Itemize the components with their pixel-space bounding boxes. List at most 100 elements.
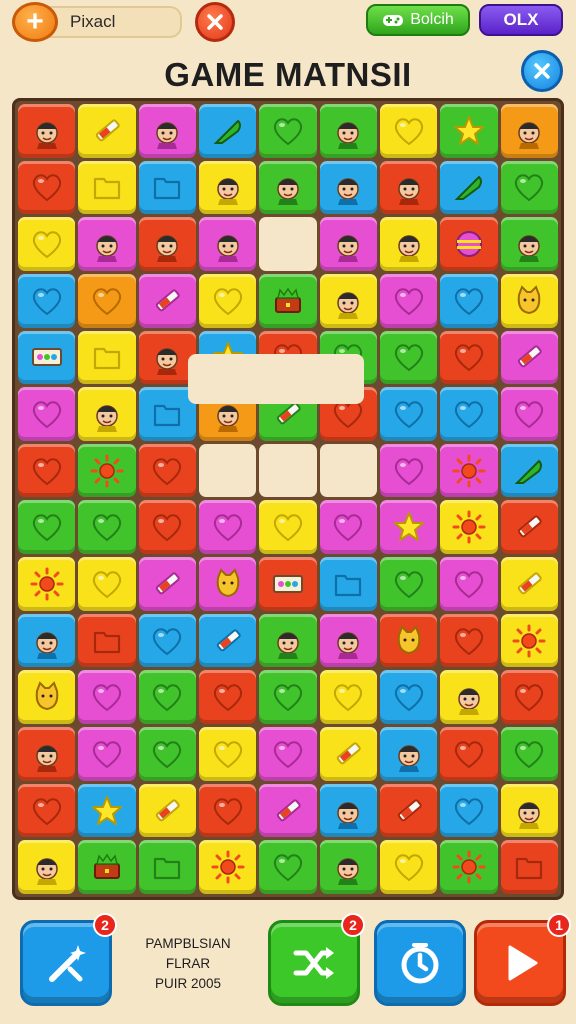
- tile-pencil[interactable]: [500, 557, 558, 611]
- tile-heart[interactable]: [440, 613, 498, 668]
- tile-chest[interactable]: [259, 273, 317, 328]
- tile-heart[interactable]: [500, 160, 558, 215]
- tile-sun[interactable]: [198, 840, 257, 894]
- tile-heart[interactable]: [259, 104, 317, 158]
- tile-face[interactable]: [18, 613, 76, 668]
- tile-face[interactable]: [18, 840, 76, 894]
- tile-ticket[interactable]: [18, 330, 76, 385]
- tile-heart[interactable]: [319, 500, 377, 555]
- tile-heart[interactable]: [440, 783, 498, 838]
- purple-action-button[interactable]: OLX: [479, 4, 563, 36]
- tile-sun[interactable]: [440, 443, 498, 498]
- tile-heart[interactable]: [500, 727, 558, 781]
- tile-heart[interactable]: [198, 670, 257, 725]
- tile-face[interactable]: [319, 160, 377, 215]
- tile-face[interactable]: [319, 273, 377, 328]
- tile-leaf[interactable]: [440, 160, 498, 215]
- tile-heart[interactable]: [198, 783, 257, 838]
- tile-face[interactable]: [319, 104, 377, 158]
- tile-face[interactable]: [379, 160, 438, 215]
- tile-heart[interactable]: [198, 273, 257, 328]
- tile-pencil[interactable]: [259, 783, 317, 838]
- tile-heart[interactable]: [138, 613, 196, 668]
- tile-pencil[interactable]: [319, 727, 377, 781]
- tile-pencil[interactable]: [138, 557, 196, 611]
- tile-heart[interactable]: [78, 727, 136, 781]
- tile-heart[interactable]: [138, 443, 196, 498]
- tile-pencil[interactable]: [138, 273, 196, 328]
- tile-sun[interactable]: [440, 840, 498, 894]
- tile-heart[interactable]: [18, 387, 76, 441]
- tile-face[interactable]: [319, 840, 377, 894]
- player-name-pill[interactable]: Pixacl: [44, 6, 182, 38]
- tile-heart[interactable]: [18, 500, 76, 555]
- tile-folder[interactable]: [138, 840, 196, 894]
- tile-heart[interactable]: [379, 273, 438, 328]
- tile-pencil[interactable]: [78, 104, 136, 158]
- tile-heart[interactable]: [379, 670, 438, 725]
- tile-sun[interactable]: [500, 613, 558, 668]
- tile-face[interactable]: [500, 783, 558, 838]
- tile-face[interactable]: [440, 670, 498, 725]
- tile-heart[interactable]: [379, 557, 438, 611]
- tile-heart[interactable]: [18, 160, 76, 215]
- tile-heart[interactable]: [379, 104, 438, 158]
- tile-face[interactable]: [500, 104, 558, 158]
- tile-sun[interactable]: [18, 557, 76, 611]
- hint-button[interactable]: 2: [20, 913, 117, 1006]
- tile-folder[interactable]: [138, 160, 196, 215]
- tile-face[interactable]: [78, 217, 136, 271]
- tile-heart[interactable]: [18, 273, 76, 328]
- tile-heart[interactable]: [138, 727, 196, 781]
- green-action-button[interactable]: Bolcih: [366, 4, 470, 36]
- tile-face[interactable]: [379, 727, 438, 781]
- tile-folder[interactable]: [500, 840, 558, 894]
- tile-heart[interactable]: [78, 273, 136, 328]
- tile-heart[interactable]: [500, 670, 558, 725]
- tile-face[interactable]: [18, 727, 76, 781]
- tile-face[interactable]: [138, 217, 196, 271]
- tile-face[interactable]: [319, 783, 377, 838]
- tile-heart[interactable]: [18, 217, 76, 271]
- tile-folder[interactable]: [78, 330, 136, 385]
- tile-cat[interactable]: [18, 670, 76, 725]
- tile-heart[interactable]: [138, 500, 196, 555]
- tile-face[interactable]: [319, 217, 377, 271]
- tile-folder[interactable]: [319, 557, 377, 611]
- close-button-blue[interactable]: [521, 50, 563, 92]
- tile-pencil[interactable]: [198, 613, 257, 668]
- tile-cat[interactable]: [500, 273, 558, 328]
- tile-face[interactable]: [259, 160, 317, 215]
- tile-sun[interactable]: [78, 443, 136, 498]
- tile-heart[interactable]: [259, 727, 317, 781]
- tile-heart[interactable]: [440, 557, 498, 611]
- tile-ticket[interactable]: [259, 557, 317, 611]
- tile-cat[interactable]: [198, 557, 257, 611]
- tile-heart[interactable]: [440, 330, 498, 385]
- tile-heart[interactable]: [198, 500, 257, 555]
- tile-heart[interactable]: [319, 670, 377, 725]
- tile-heart[interactable]: [379, 387, 438, 441]
- tile-chest[interactable]: [78, 840, 136, 894]
- tile-heart[interactable]: [78, 557, 136, 611]
- close-button-red[interactable]: [195, 2, 235, 42]
- tile-face[interactable]: [78, 387, 136, 441]
- play-button[interactable]: 1: [474, 913, 571, 1006]
- tile-heart[interactable]: [138, 670, 196, 725]
- tile-face[interactable]: [500, 217, 558, 271]
- tile-face[interactable]: [18, 104, 76, 158]
- tile-face[interactable]: [198, 217, 257, 271]
- tile-heart[interactable]: [440, 727, 498, 781]
- tile-pencil[interactable]: [138, 783, 196, 838]
- tile-heart[interactable]: [259, 670, 317, 725]
- tile-heart[interactable]: [259, 500, 317, 555]
- tile-heart[interactable]: [440, 387, 498, 441]
- tile-face[interactable]: [198, 160, 257, 215]
- tile-heart[interactable]: [198, 727, 257, 781]
- tile-face[interactable]: [138, 104, 196, 158]
- tile-sun[interactable]: [440, 500, 498, 555]
- tile-heart[interactable]: [259, 840, 317, 894]
- tile-folder[interactable]: [78, 160, 136, 215]
- tile-pencil[interactable]: [500, 500, 558, 555]
- tile-heart[interactable]: [379, 330, 438, 385]
